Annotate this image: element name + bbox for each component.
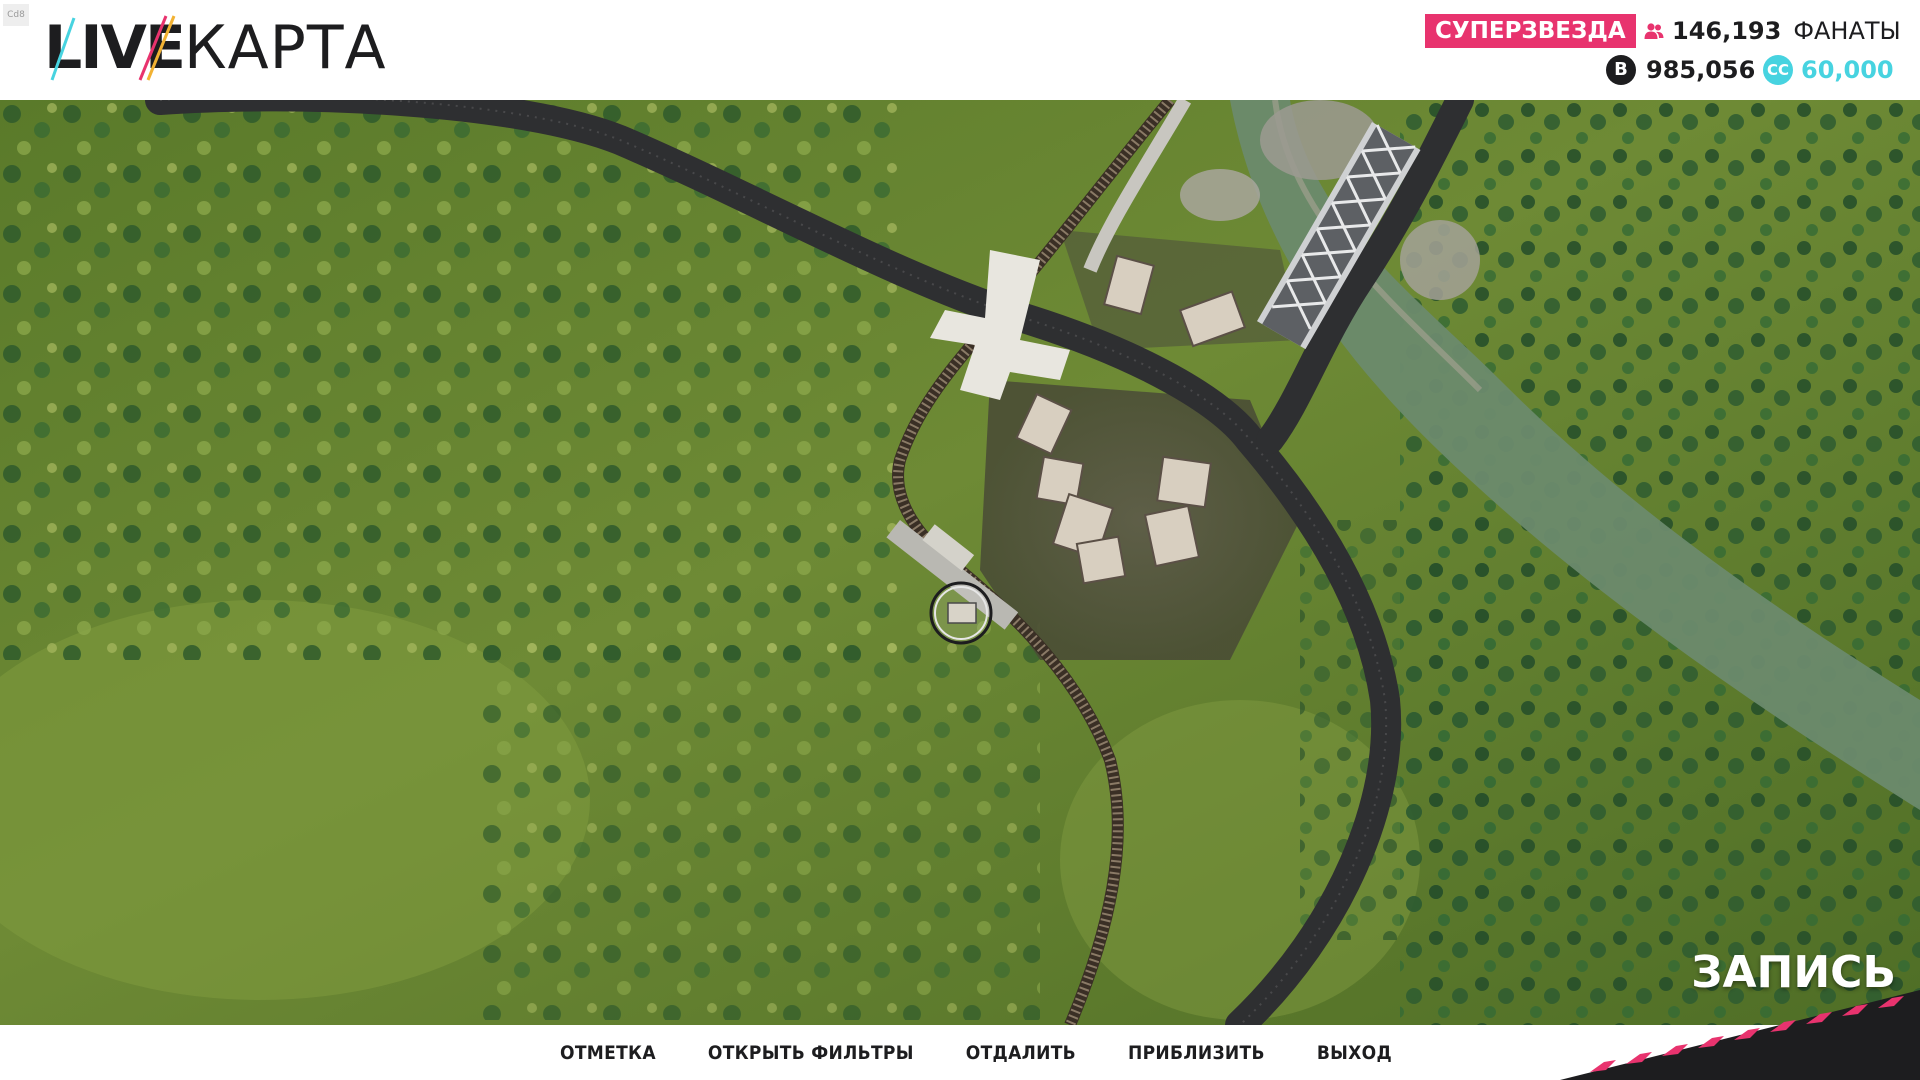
exit-button[interactable]: ВЫХОД [1317, 1042, 1392, 1064]
cc-coin-icon: CC [1763, 55, 1793, 85]
open-filters-button[interactable]: ОТКРЫТЬ ФИЛЬТРЫ [708, 1042, 914, 1064]
people-icon [1644, 23, 1664, 39]
logo-live-text: LIVE [44, 13, 186, 83]
money-counter: B 985,056 [1606, 54, 1755, 86]
map-canvas[interactable] [0, 100, 1920, 1025]
cc-value: 60,000 [1801, 56, 1894, 84]
rocks [1180, 169, 1260, 221]
bits-coin-icon: B [1606, 55, 1636, 85]
livemap-logo: LIVE КАРТА [44, 13, 387, 84]
zoom-out-button[interactable]: ОТДАЛИТЬ [966, 1042, 1076, 1064]
player-marker-icon[interactable] [929, 581, 993, 645]
forest-south [480, 620, 1040, 1020]
fans-label: ФАНАТЫ [1793, 17, 1901, 45]
cc-counter: CC 60,000 [1763, 54, 1894, 86]
record-label: ЗАПИСЬ [1691, 947, 1896, 998]
map-view[interactable] [0, 100, 1920, 1025]
rank-badge: СУПЕРЗВЕЗДА [1425, 14, 1636, 48]
action-bar: ОТМЕТКА ОТКРЫТЬ ФИЛЬТРЫ ОТДАЛИТЬ ПРИБЛИЗ… [560, 1025, 1392, 1080]
fans-count: 146,193 [1672, 17, 1782, 45]
forest-west [0, 100, 900, 660]
logo-map-text: КАРТА [184, 13, 387, 83]
fans-counter: 146,193 ФАНАТЫ [1644, 14, 1901, 48]
mark-button[interactable]: ОТМЕТКА [560, 1042, 656, 1064]
zoom-in-button[interactable]: ПРИБЛИЗИТЬ [1128, 1042, 1265, 1064]
rocks [1400, 220, 1480, 300]
build-tag: Cd8 [3, 4, 29, 26]
top-bar: Cd8 LIVE КАРТА СУПЕРЗВЕЗДА 146,193 ФАНАТ… [0, 0, 1920, 100]
bottom-bar: ОТМЕТКА ОТКРЫТЬ ФИЛЬТРЫ ОТДАЛИТЬ ПРИБЛИЗ… [0, 1025, 1920, 1080]
money-value: 985,056 [1646, 56, 1756, 84]
